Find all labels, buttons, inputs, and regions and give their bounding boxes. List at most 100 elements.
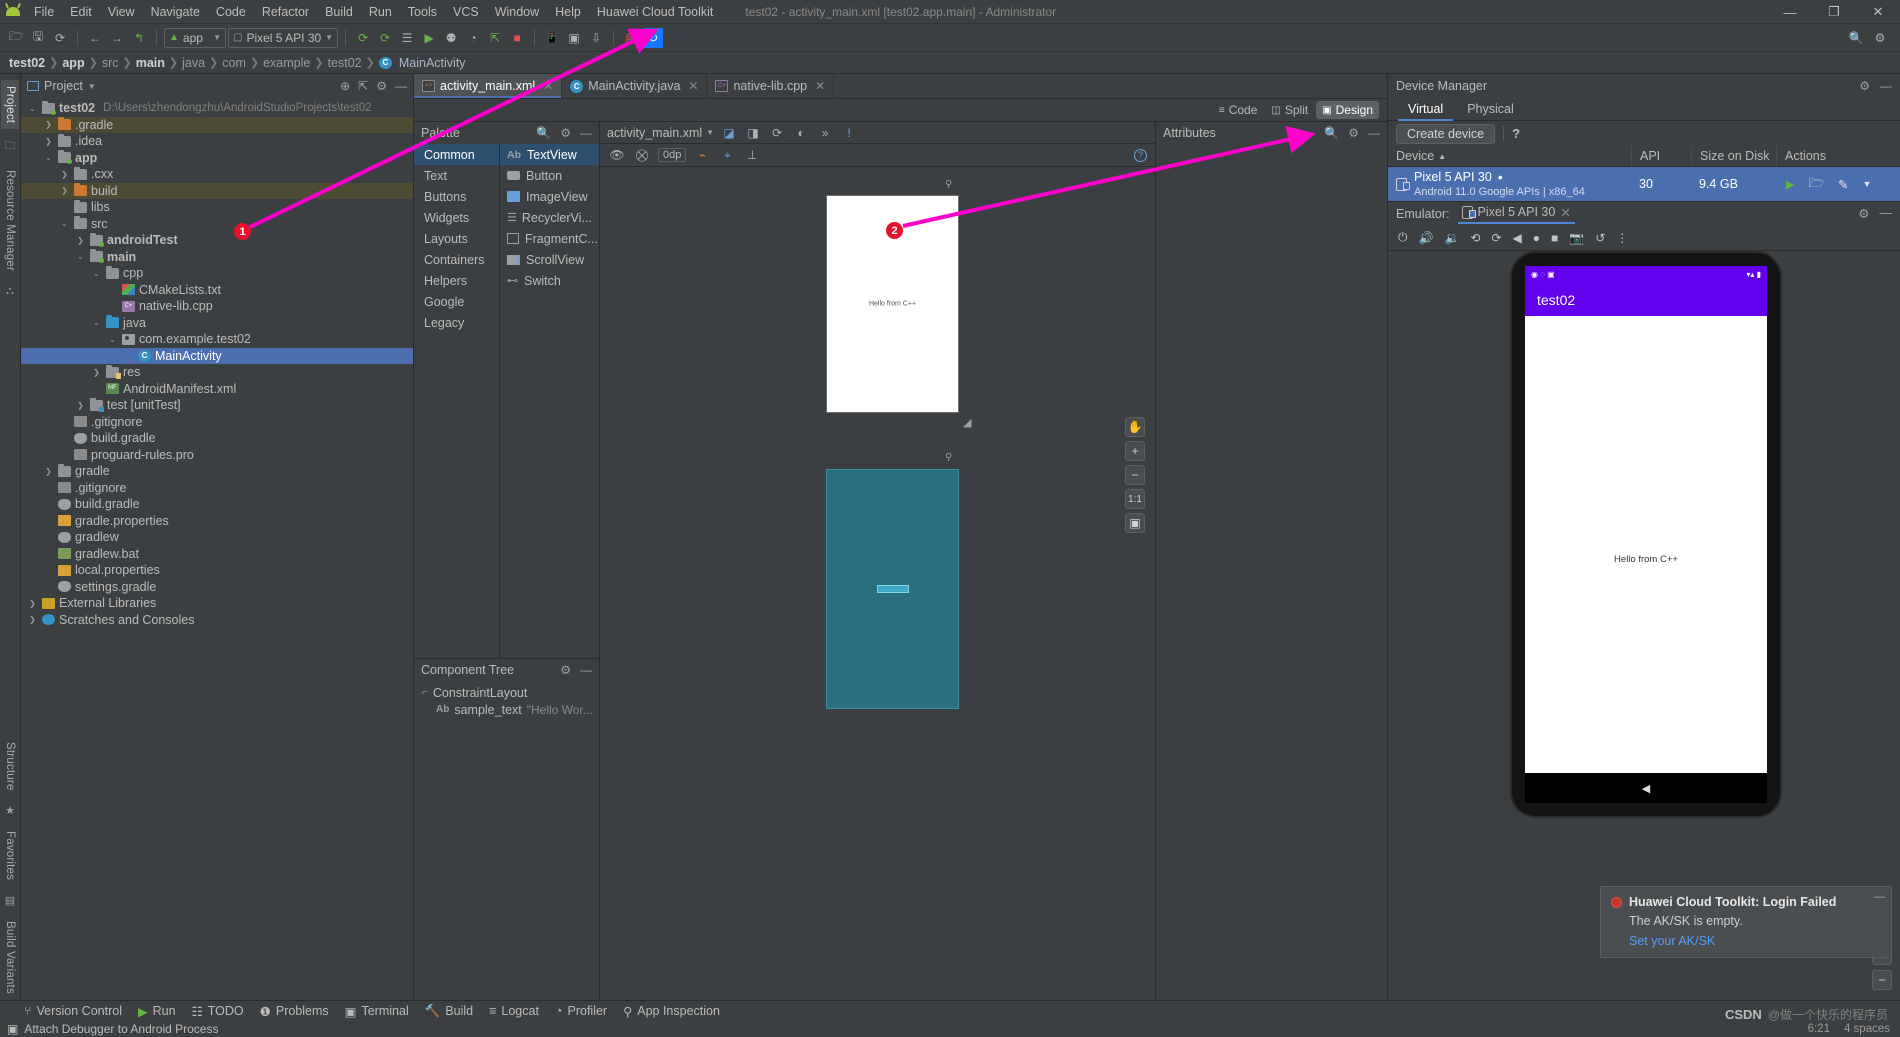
tree-item-main[interactable]: ⌄ main — [21, 249, 413, 266]
tree-item-native-lib-cpp[interactable]: C+ native-lib.cpp — [21, 298, 413, 315]
chevron-right-icon[interactable]: ❯ — [59, 186, 70, 195]
layers-icon[interactable]: ◪ — [720, 124, 738, 142]
menu-code[interactable]: Code — [208, 2, 254, 22]
status-item-logcat[interactable]: ≡ Logcat — [489, 1004, 539, 1018]
palette-item-switch[interactable]: ⊷ Switch — [500, 270, 599, 291]
make-module-icon[interactable]: ⟳ — [375, 28, 395, 48]
undo-icon[interactable]: ↰ — [129, 28, 149, 48]
tree-item-gradle[interactable]: ❯ .gradle — [21, 116, 413, 133]
mode-button-code[interactable]: ≡ Code — [1213, 101, 1264, 119]
menu-run[interactable]: Run — [361, 2, 400, 22]
close-icon[interactable]: ✕ — [815, 79, 825, 93]
huawei-device-icon[interactable]: ▤ — [621, 28, 641, 48]
breadcrumb-item-test02[interactable]: test02 — [6, 56, 48, 70]
column-header-api[interactable]: API — [1631, 146, 1691, 166]
palette-category-widgets[interactable]: Widgets — [414, 207, 499, 228]
module-selector[interactable]: ▲ app ▼ — [164, 27, 226, 48]
minimize-icon[interactable]: — — [1368, 126, 1380, 140]
power-icon[interactable]: ⏻ — [1398, 230, 1408, 245]
tree-item-gradle[interactable]: ❯ gradle — [21, 463, 413, 480]
pan-icon[interactable]: ✋ — [1125, 417, 1145, 437]
tree-item-cxx[interactable]: ❯ .cxx — [21, 166, 413, 183]
tree-item-mainactivity[interactable]: C MainActivity — [21, 347, 413, 364]
tree-item-build[interactable]: ❯ build — [21, 182, 413, 199]
chevron-down-icon[interactable]: ⌄ — [27, 104, 38, 113]
scroll-to-source-icon[interactable]: ⊕ — [340, 79, 350, 93]
language-icon[interactable]: » — [816, 124, 834, 142]
editor-tab-activity-main-xml[interactable]: <> activity_main.xml ✕ — [414, 74, 563, 98]
status-item-profiler[interactable]: ◔ Profiler — [555, 1004, 607, 1018]
tree-item-external-libraries[interactable]: ❯ External Libraries — [21, 595, 413, 612]
tree-item-gitignore[interactable]: .gitignore — [21, 414, 413, 431]
volume-up-icon[interactable]: 🔊 — [1419, 231, 1434, 245]
palette-category-layouts[interactable]: Layouts — [414, 228, 499, 249]
tree-item-androidtest[interactable]: ❯ androidTest — [21, 232, 413, 249]
collapse-all-icon[interactable]: ⇱ — [358, 79, 368, 93]
bookmarks-icon[interactable]: 🗀 — [5, 137, 16, 156]
zoom-out-button[interactable]: − — [1125, 465, 1145, 485]
tree-item-app[interactable]: ⌄ app — [21, 150, 413, 167]
status-item-version-control[interactable]: ⑂ Version Control — [24, 1004, 122, 1018]
tree-item-com-example-test02[interactable]: ⌄ com.example.test02 — [21, 331, 413, 348]
run-device-icon[interactable]: ▶ — [1786, 178, 1794, 191]
chevron-right-icon[interactable]: ❯ — [91, 368, 102, 377]
palette-category-helpers[interactable]: Helpers — [414, 270, 499, 291]
status-item-todo[interactable]: ☷ TODO — [192, 1004, 244, 1019]
zoom-in-button[interactable]: + — [1125, 441, 1145, 461]
zoom-actual-size-button[interactable]: 1:1 — [1125, 489, 1145, 509]
tool-tab-favorites[interactable]: Favorites — [1, 825, 19, 886]
more-icon[interactable]: ⋮ — [1616, 231, 1628, 245]
breadcrumb-item-java[interactable]: java — [179, 56, 208, 70]
tree-item-scratches-and-consoles[interactable]: ❯ Scratches and Consoles — [21, 612, 413, 629]
baseline-icon[interactable]: ⊥ — [743, 146, 761, 164]
chevron-down-icon[interactable]: ⌄ — [91, 269, 102, 278]
tree-item-build-gradle[interactable]: build.gradle — [21, 430, 413, 447]
breadcrumb-item-example[interactable]: example — [260, 56, 313, 70]
search-icon[interactable]: 🔍 — [536, 126, 551, 140]
layout-file-selector[interactable]: activity_main.xml ▼ — [607, 126, 714, 140]
tree-item-idea[interactable]: ❯ .idea — [21, 133, 413, 150]
theme-icon[interactable]: ◐ — [792, 124, 810, 142]
menu-refactor[interactable]: Refactor — [254, 2, 317, 22]
close-button[interactable]: ✕ — [1856, 0, 1900, 24]
palette-category-text[interactable]: Text — [414, 165, 499, 186]
column-header-actions[interactable]: Actions — [1776, 146, 1900, 166]
minimize-button[interactable]: — — [1768, 0, 1812, 24]
tree-item-build-gradle[interactable]: build.gradle — [21, 496, 413, 513]
chevron-right-icon[interactable]: ❯ — [75, 401, 86, 410]
rotate-left-icon[interactable]: ⟲ — [1470, 231, 1480, 245]
menu-file[interactable]: File — [26, 2, 62, 22]
status-item-problems[interactable]: ❶ Problems — [260, 1004, 329, 1019]
search-icon[interactable]: 🔍 — [1846, 28, 1866, 48]
breadcrumb-item-main[interactable]: main — [133, 56, 168, 70]
gear-icon[interactable]: ⚙ — [1348, 126, 1359, 140]
back-arrow-icon[interactable]: ← — [85, 28, 105, 48]
device-selector[interactable]: ▢ Pixel 5 API 30 ▼ — [228, 27, 339, 48]
menu-vcs[interactable]: VCS — [445, 2, 487, 22]
tree-item-gradlew-bat[interactable]: gradlew.bat — [21, 546, 413, 563]
stop-icon[interactable]: ■ — [507, 28, 527, 48]
palette-category-buttons[interactable]: Buttons — [414, 186, 499, 207]
chevron-right-icon[interactable]: ❯ — [59, 170, 70, 179]
tree-item-res[interactable]: ❯ res — [21, 364, 413, 381]
breadcrumb-item-mainactivity[interactable]: MainActivity — [396, 56, 469, 70]
tree-item-cpp[interactable]: ⌄ cpp — [21, 265, 413, 282]
breadcrumb-item-com[interactable]: com — [219, 56, 249, 70]
tree-item-test-unittest[interactable]: ❯ test [unitTest] — [21, 397, 413, 414]
zoom-to-fit-button[interactable]: ▣ — [1125, 513, 1145, 533]
chevron-right-icon[interactable]: ❯ — [43, 467, 54, 476]
error-icon[interactable]: ! — [840, 124, 858, 142]
star-icon[interactable]: ★ — [5, 804, 15, 817]
hide-panel-icon[interactable]: — — [395, 79, 407, 93]
menu-tools[interactable]: Tools — [400, 2, 445, 22]
chevron-right-icon[interactable]: ❯ — [27, 599, 38, 608]
sdk-manager-icon[interactable]: ▣ — [564, 28, 584, 48]
emulator-device-frame[interactable]: ◉ ◌ ▣ ▾▴ ▮ test02 Hello from C++ ◀ — [1510, 251, 1782, 818]
help-icon[interactable]: ? — [1512, 126, 1520, 141]
tool-tab-structure[interactable]: Structure — [1, 736, 19, 796]
component-tree-node-constraintlayout[interactable]: ⌐ ConstraintLayout — [414, 684, 599, 701]
nav-back-icon[interactable]: ◀ — [1642, 782, 1650, 795]
status-item-terminal[interactable]: ▣ Terminal — [345, 1004, 409, 1019]
gear-icon[interactable]: ⚙ — [376, 79, 387, 93]
tree-item-java[interactable]: ⌄ java — [21, 315, 413, 332]
